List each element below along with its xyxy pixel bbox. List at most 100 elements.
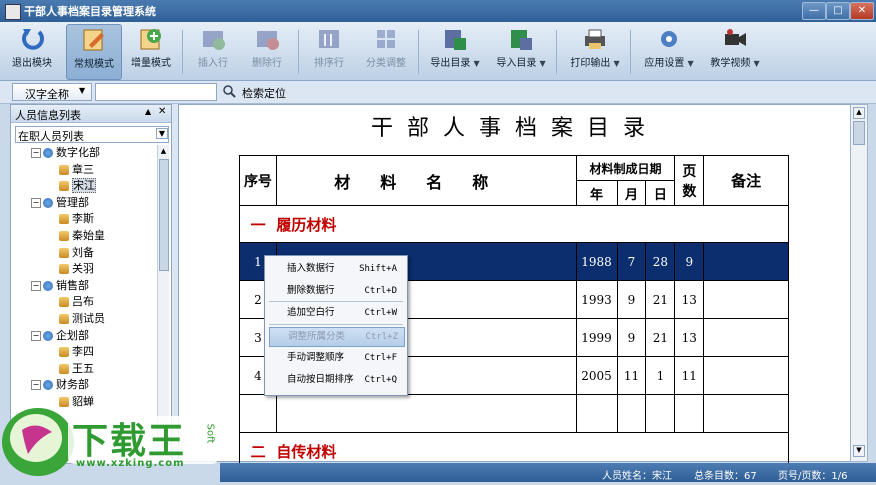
tree-person-node[interactable]: 关羽 [59, 261, 94, 277]
collapse-icon[interactable]: − [31, 148, 41, 158]
edit-mode-icon [81, 27, 107, 53]
person-icon [59, 264, 69, 275]
status-total-items: 总条目数：67 [694, 471, 757, 482]
title-bar: 干部人事档案目录管理系统 — □ ✕ [0, 0, 876, 22]
header-pages: 页数 [674, 155, 705, 206]
tree-person-node[interactable]: 吕布 [59, 294, 94, 310]
staff-list-select[interactable]: 在职人员列表 ▼ [15, 126, 169, 143]
app-settings-button[interactable]: 应用设置 ▼ [638, 24, 700, 78]
scroll-up-icon[interactable]: ▲ [853, 107, 865, 119]
search-type-select[interactable]: 汉字全称 ▼ [12, 83, 92, 101]
delete-row-icon [254, 26, 280, 52]
close-panel-icon[interactable]: ✕ [158, 106, 166, 117]
exit-icon [19, 26, 45, 52]
logo-url: www.xzking.com [76, 458, 185, 469]
tree-person-node[interactable]: 秦始皇 [59, 228, 105, 244]
category-adjust-button[interactable]: 分类调整 [360, 24, 412, 78]
video-icon [722, 26, 748, 52]
person-icon [59, 314, 69, 324]
context-menu-item[interactable]: 删除数据行 Ctrl+D [269, 282, 403, 300]
header-year: 年 [575, 180, 618, 206]
maximize-button[interactable]: □ [826, 2, 850, 20]
normal-mode-button[interactable]: 常规模式 [66, 24, 122, 80]
download-site-logo: 下载王 www.xzking.com Soft [0, 402, 220, 482]
scroll-thumb[interactable] [159, 159, 169, 271]
person-icon [59, 231, 69, 241]
header-day: 日 [645, 180, 676, 206]
department-icon [43, 197, 53, 208]
scroll-thumb[interactable] [853, 121, 865, 145]
header-seq: 序号 [239, 155, 277, 206]
logo-soft: Soft [204, 423, 216, 444]
document-scrollbar[interactable]: ▲ ▼ [850, 104, 868, 462]
search-locate-label[interactable]: 检索定位 [242, 85, 286, 101]
tree-department-node[interactable]: − 财务部 [31, 377, 89, 393]
tree-person-node[interactable]: 李四 [59, 344, 94, 360]
tutorial-video-button[interactable]: 教学视频 ▼ [704, 24, 766, 78]
header-material-name: 材料名称 [275, 155, 577, 206]
department-icon [43, 380, 53, 391]
context-menu-item[interactable]: 调整所属分类 Ctrl+Z [269, 327, 405, 347]
exit-module-button[interactable]: 退出模块 [6, 24, 58, 78]
tree-person-node[interactable]: 宋江 [59, 178, 96, 194]
pin-icon[interactable]: ▲ [145, 107, 151, 116]
print-output-button[interactable]: 打印输出 ▼ [564, 24, 626, 78]
import-icon [508, 26, 534, 52]
toolbar: 退出模块 常规模式 增量模式 插入行 删除行 排序行 分类调整 导出目录 ▼ 导… [0, 22, 876, 81]
incremental-mode-button[interactable]: 增量模式 [126, 24, 176, 78]
search-icon[interactable] [222, 84, 236, 101]
export-catalog-button[interactable]: 导出目录 ▼ [424, 24, 486, 78]
header-date: 材料制成日期 [575, 155, 676, 181]
import-catalog-button[interactable]: 导入目录 ▼ [490, 24, 552, 78]
scroll-up-icon[interactable]: ▲ [159, 147, 168, 157]
header-month: 月 [616, 180, 647, 206]
table-row[interactable] [239, 394, 789, 433]
collapse-icon[interactable]: − [31, 197, 41, 208]
settings-icon [656, 26, 682, 52]
search-input[interactable] [95, 83, 217, 101]
document-title: 干部人事档案目录 [370, 116, 659, 141]
panel-title: 人员信息列表 [15, 109, 81, 122]
collapse-icon[interactable]: − [31, 380, 41, 391]
printer-icon [582, 26, 608, 52]
tree-department-node[interactable]: − 管理部 [31, 195, 89, 211]
tree-person-node[interactable]: 测试员 [59, 311, 105, 327]
tree-department-node[interactable]: − 销售部 [31, 278, 89, 294]
context-menu-item[interactable]: 手动调整顺序 Ctrl+F [269, 349, 403, 367]
add-mode-icon [138, 26, 164, 52]
status-person-name: 人员姓名：宋江 [602, 471, 672, 482]
insert-row-button[interactable]: 插入行 [190, 24, 236, 78]
tree-person-node[interactable]: 刘备 [59, 245, 94, 261]
tree-department-node[interactable]: − 企划部 [31, 328, 89, 344]
sort-row-icon [316, 26, 342, 52]
sort-row-button[interactable]: 排序行 [306, 24, 352, 78]
context-menu: 插入数据行 Shift+A 删除数据行 Ctrl+D 追加空白行 Ctrl+W 调整所属分类… [264, 255, 408, 396]
status-bar: 人员姓名：宋江 总条目数：67 页号/页数：1/6 [220, 463, 876, 482]
department-icon [43, 330, 53, 341]
delete-row-button[interactable]: 删除行 [244, 24, 290, 78]
collapse-icon[interactable]: − [31, 280, 41, 291]
status-page: 页号/页数：1/6 [778, 471, 848, 482]
context-menu-item[interactable]: 插入数据行 Shift+A [269, 260, 403, 278]
chevron-down-icon: ▼ [156, 128, 168, 139]
chevron-down-icon: ▼ [79, 86, 86, 95]
tree-person-node[interactable]: 李斯 [59, 211, 94, 227]
context-menu-item[interactable]: 自动按日期排序 Ctrl+Q [269, 371, 403, 389]
minimize-button[interactable]: — [802, 2, 826, 20]
person-icon [59, 247, 69, 258]
department-icon [43, 280, 53, 291]
insert-row-icon [200, 26, 226, 52]
section-row[interactable]: 一 履历材料 [239, 205, 790, 243]
person-icon [59, 164, 69, 175]
tree-person-node[interactable]: 章三 [59, 162, 94, 178]
close-button[interactable]: ✕ [850, 2, 874, 20]
context-menu-item[interactable]: 追加空白行 Ctrl+W [269, 304, 403, 322]
person-icon [59, 347, 69, 358]
person-icon [59, 297, 69, 308]
collapse-icon[interactable]: − [31, 330, 41, 341]
person-icon [59, 214, 69, 225]
window-title: 干部人事档案目录管理系统 [24, 5, 156, 18]
tree-person-node[interactable]: 王五 [59, 361, 94, 377]
scroll-down-icon[interactable]: ▼ [853, 445, 865, 457]
tree-department-node[interactable]: − 数字化部 [31, 145, 100, 161]
